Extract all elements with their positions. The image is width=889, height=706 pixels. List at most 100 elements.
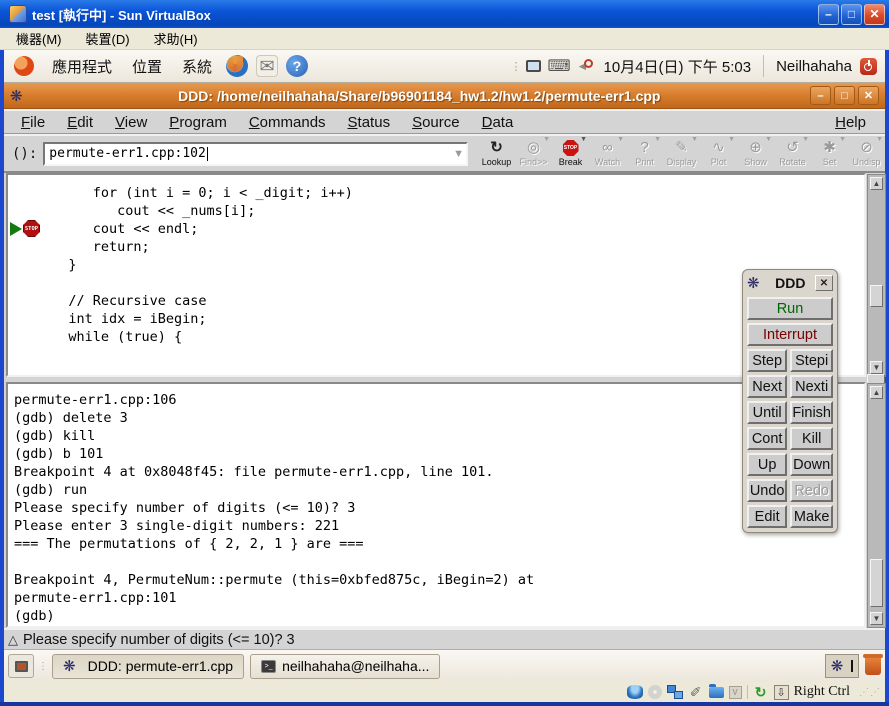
menu-help[interactable]: Help: [824, 112, 877, 133]
ddd-toolbar: (): permute-err1.cpp:102 ▼ ↻ Lookup ▼ ◎ …: [4, 134, 885, 173]
task-terminal[interactable]: >_ neilhahaha@neilhaha...: [250, 654, 440, 679]
rotate-icon: ↺: [786, 140, 799, 156]
vbox-statusbar: ✐ V ↻ ⇩ Right Ctrl ⋰⋰: [4, 682, 885, 702]
breakpoint-stop-icon[interactable]: STOP: [23, 220, 40, 237]
up-button[interactable]: Up: [747, 453, 787, 476]
menu-commands[interactable]: Commands: [238, 112, 337, 133]
vbox-menu-help[interactable]: 求助(H): [144, 27, 208, 50]
usb-status-icon[interactable]: ✐: [688, 685, 704, 699]
ddd-maximize-button[interactable]: □: [834, 86, 855, 105]
display-tray-icon[interactable]: [526, 60, 541, 72]
undo-button[interactable]: Undo: [747, 479, 787, 502]
finish-button[interactable]: Finish: [790, 401, 833, 424]
redo-button[interactable]: Redo: [790, 479, 833, 502]
until-button[interactable]: Until: [747, 401, 787, 424]
tool-break-button[interactable]: ▼ STOP Break: [552, 135, 589, 172]
tool-print-button[interactable]: ▼ ? Print: [626, 135, 663, 172]
ddd-titlebar[interactable]: ❋ DDD: /home/neilhahaha/Share/b96901184_…: [4, 83, 885, 109]
interrupt-button[interactable]: Interrupt: [747, 323, 833, 346]
menu-edit[interactable]: Edit: [56, 112, 104, 133]
tool-rotate-button[interactable]: ▼ ↺ Rotate: [774, 135, 811, 172]
console-line: Please specify number of digits (<= 10)?…: [14, 499, 534, 517]
dropdown-arrow-icon: ▼: [802, 136, 809, 143]
vbox-menu-machine[interactable]: 機器(M): [6, 27, 72, 50]
scroll-down-icon[interactable]: ▼: [870, 361, 883, 374]
tool-display-button[interactable]: ▼ ✎ Display: [663, 135, 700, 172]
task-ddd[interactable]: ❋ DDD: permute-err1.cpp: [52, 654, 244, 679]
tool-lookup-button[interactable]: ↻ Lookup: [478, 135, 515, 172]
tool-plot-button[interactable]: ▼ ∿ Plot: [700, 135, 737, 172]
menu-source[interactable]: Source: [401, 112, 471, 133]
dropdown-arrow-icon: ▼: [839, 136, 846, 143]
ddd-command-panel[interactable]: ❋ DDD ✕ Run Interrupt Step Stepi Next Ne…: [742, 269, 838, 533]
vbox-menu-devices[interactable]: 裝置(D): [76, 27, 140, 50]
tool-find-button[interactable]: ▼ ◎ Find>>: [515, 135, 552, 172]
scrollbar-thumb[interactable]: [870, 285, 883, 307]
cont-button[interactable]: Cont: [747, 427, 787, 450]
cdrom-status-icon[interactable]: [648, 685, 662, 699]
scrollbar-thumb[interactable]: [870, 559, 883, 607]
shared-folder-status-icon[interactable]: [709, 687, 724, 698]
resize-grip[interactable]: ⋰⋰: [859, 687, 881, 698]
source-scrollbar[interactable]: ▲ ▼: [867, 174, 886, 377]
help-launcher-icon[interactable]: ?: [286, 55, 308, 77]
power-button-icon[interactable]: [860, 58, 877, 75]
vbox-titlebar[interactable]: test [執行中] - Sun VirtualBox – □ ✕: [0, 0, 889, 28]
step-button[interactable]: Step: [747, 349, 787, 372]
scroll-up-icon[interactable]: ▲: [870, 386, 883, 399]
console-prompt-line[interactable]: (gdb): [14, 607, 534, 625]
command-panel-titlebar[interactable]: ❋ DDD ✕: [747, 272, 833, 294]
tool-watch-button[interactable]: ▼ ∞ Watch: [589, 135, 626, 172]
show-desktop-button[interactable]: [8, 654, 34, 678]
harddisk-status-icon[interactable]: [627, 685, 643, 699]
menu-status[interactable]: Status: [337, 112, 402, 133]
firefox-launcher-icon[interactable]: [226, 55, 248, 77]
mail-launcher-icon[interactable]: ✉: [256, 55, 278, 77]
panel-menu-applications[interactable]: 應用程式: [42, 52, 122, 81]
trash-icon[interactable]: [865, 657, 881, 675]
network-status-icon[interactable]: [667, 685, 683, 699]
next-button[interactable]: Next: [747, 375, 787, 398]
panel-clock[interactable]: 10月4日(日) 下午 5:03: [598, 56, 758, 77]
tool-set-button[interactable]: ▼ ✱ Set: [811, 135, 848, 172]
ddd-close-button[interactable]: ✕: [858, 86, 879, 105]
down-button[interactable]: Down: [790, 453, 833, 476]
scroll-up-icon[interactable]: ▲: [870, 177, 883, 190]
autoresize-status-icon[interactable]: ↻: [753, 685, 769, 699]
combo-dropdown-icon[interactable]: ▼: [453, 148, 464, 160]
user-switcher[interactable]: Neilhahaha: [770, 58, 854, 75]
menu-file[interactable]: File: [10, 112, 56, 133]
status-triangle-icon: △: [8, 632, 18, 648]
panel-menu-system[interactable]: 系統: [172, 52, 222, 81]
command-panel-close-icon[interactable]: ✕: [815, 275, 833, 291]
menu-data[interactable]: Data: [471, 112, 525, 133]
kill-button[interactable]: Kill: [790, 427, 833, 450]
tool-show-button[interactable]: ▼ ⊕ Show: [737, 135, 774, 172]
show-desktop-icon: [15, 661, 28, 672]
gdb-console-pane[interactable]: permute-err1.cpp:106 (gdb) delete 3 (gdb…: [6, 382, 866, 628]
text-caret: [207, 147, 208, 161]
menu-program[interactable]: Program: [158, 112, 238, 133]
stepi-button[interactable]: Stepi: [790, 349, 833, 372]
ubuntu-logo-icon[interactable]: [14, 56, 34, 76]
close-button[interactable]: ✕: [864, 4, 885, 25]
window-selector-tray[interactable]: ❋: [825, 654, 859, 678]
nexti-button[interactable]: Nexti: [790, 375, 833, 398]
source-line: cout << _nums[i];: [44, 202, 353, 220]
tool-undisp-button[interactable]: ▼ ⊘ Undisp: [848, 135, 885, 172]
scroll-down-icon[interactable]: ▼: [870, 612, 883, 625]
make-button[interactable]: Make: [790, 505, 833, 528]
argument-input[interactable]: permute-err1.cpp:102 ▼: [43, 142, 468, 166]
run-button[interactable]: Run: [747, 297, 833, 320]
maximize-button[interactable]: □: [841, 4, 862, 25]
volume-muted-icon[interactable]: [577, 59, 592, 73]
panel-menu-places[interactable]: 位置: [122, 52, 172, 81]
console-scrollbar[interactable]: ▲ ▼: [867, 383, 886, 628]
source-pane[interactable]: STOP for (int i = 0; i < _digit; i++) co…: [6, 173, 866, 377]
keyboard-tray-icon[interactable]: ⌨: [547, 56, 570, 76]
ddd-minimize-button[interactable]: –: [810, 86, 831, 105]
minimize-button[interactable]: –: [818, 4, 839, 25]
menu-view[interactable]: View: [104, 112, 158, 133]
edit-button[interactable]: Edit: [747, 505, 787, 528]
source-line: for (int i = 0; i < _digit; i++): [44, 184, 353, 202]
